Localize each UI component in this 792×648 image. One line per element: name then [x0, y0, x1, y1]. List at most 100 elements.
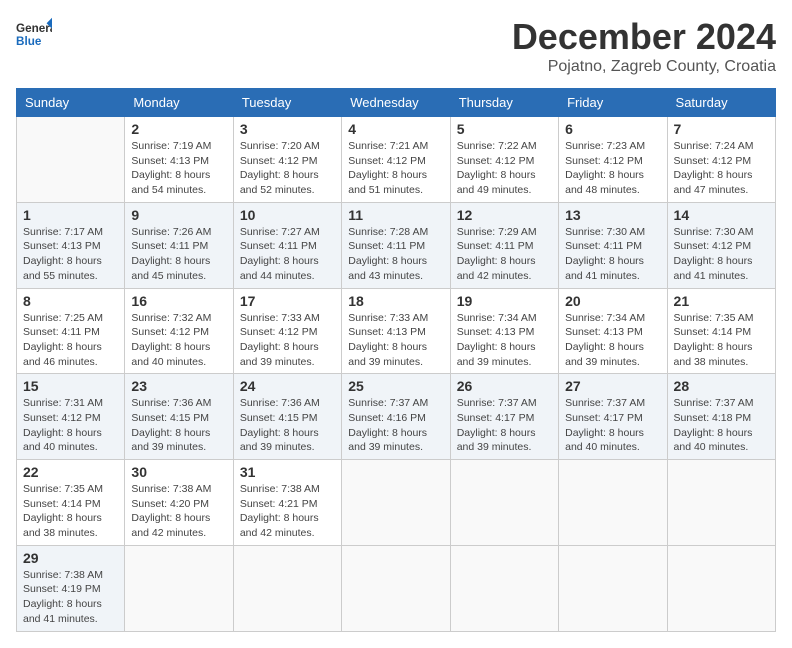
calendar-cell: 7Sunrise: 7:24 AMSunset: 4:12 PMDaylight…	[667, 117, 775, 203]
day-info: Sunrise: 7:37 AMSunset: 4:16 PMDaylight:…	[348, 396, 443, 455]
day-number: 18	[348, 293, 443, 309]
day-info: Sunrise: 7:32 AMSunset: 4:12 PMDaylight:…	[131, 311, 226, 370]
calendar-cell: 6Sunrise: 7:23 AMSunset: 4:12 PMDaylight…	[559, 117, 667, 203]
calendar-cell: 8Sunrise: 7:25 AMSunset: 4:11 PMDaylight…	[17, 288, 125, 374]
calendar-cell: 9 Sunrise: 7:26 AMSunset: 4:11 PMDaylight…	[125, 202, 233, 288]
calendar-cell	[342, 460, 450, 546]
day-info: Sunrise: 7:38 AMSunset: 4:20 PMDaylight:…	[131, 482, 226, 541]
col-header-wednesday: Wednesday	[342, 89, 450, 117]
day-number: 3	[240, 121, 335, 137]
calendar-cell: 5 Sunrise: 7:22 AMSunset: 4:12 PMDaylight…	[450, 117, 558, 203]
day-number: 26	[457, 378, 552, 394]
col-header-thursday: Thursday	[450, 89, 558, 117]
calendar-cell: 29Sunrise: 7:38 AMSunset: 4:19 PMDayligh…	[17, 545, 125, 631]
calendar-cell: 30 Sunrise: 7:38 AMSunset: 4:20 PMDayligh…	[125, 460, 233, 546]
col-header-monday: Monday	[125, 89, 233, 117]
day-number: 15	[23, 378, 118, 394]
day-number: 31	[240, 464, 335, 480]
day-number: 23	[131, 378, 226, 394]
calendar-cell: 21Sunrise: 7:35 AMSunset: 4:14 PMDayligh…	[667, 288, 775, 374]
day-info: Sunrise: 7:37 AMSunset: 4:17 PMDaylight:…	[565, 396, 660, 455]
day-info: Sunrise: 7:33 AMSunset: 4:12 PMDaylight:…	[240, 311, 335, 370]
day-number: 7	[674, 121, 769, 137]
calendar-cell	[233, 545, 341, 631]
logo: General Blue	[16, 16, 52, 52]
day-info: Sunrise: 7:28 AMSunset: 4:11 PMDaylight:…	[348, 225, 443, 284]
logo-icon: General Blue	[16, 16, 52, 52]
day-info: Sunrise: 7:33 AMSunset: 4:13 PMDaylight:…	[348, 311, 443, 370]
day-info: Sunrise: 7:34 AMSunset: 4:13 PMDaylight:…	[457, 311, 552, 370]
calendar-cell	[667, 460, 775, 546]
calendar-week-row: 22 Sunrise: 7:35 AMSunset: 4:14 PMDayligh…	[17, 460, 776, 546]
calendar-cell	[667, 545, 775, 631]
calendar-cell	[450, 545, 558, 631]
day-info: Sunrise: 7:36 AMSunset: 4:15 PMDaylight:…	[240, 396, 335, 455]
calendar-cell: 17Sunrise: 7:33 AMSunset: 4:12 PMDayligh…	[233, 288, 341, 374]
day-number: 22	[23, 464, 118, 480]
day-number: 12	[457, 207, 552, 223]
col-header-sunday: Sunday	[17, 89, 125, 117]
calendar-week-row: 29Sunrise: 7:38 AMSunset: 4:19 PMDayligh…	[17, 545, 776, 631]
day-number: 28	[674, 378, 769, 394]
calendar-cell: 31 Sunrise: 7:38 AMSunset: 4:21 PMDayligh…	[233, 460, 341, 546]
calendar-cell	[342, 545, 450, 631]
day-number: 4	[348, 121, 443, 137]
day-number: 14	[674, 207, 769, 223]
calendar-cell: 19 Sunrise: 7:34 AMSunset: 4:13 PMDayligh…	[450, 288, 558, 374]
calendar-cell: 23Sunrise: 7:36 AMSunset: 4:15 PMDayligh…	[125, 374, 233, 460]
title-block: December 2024 Pojatno, Zagreb County, Cr…	[512, 16, 776, 76]
calendar-cell: 25Sunrise: 7:37 AMSunset: 4:16 PMDayligh…	[342, 374, 450, 460]
calendar-cell: 26 Sunrise: 7:37 AMSunset: 4:17 PMDayligh…	[450, 374, 558, 460]
day-info: Sunrise: 7:35 AMSunset: 4:14 PMDaylight:…	[674, 311, 769, 370]
day-number: 10	[240, 207, 335, 223]
day-info: Sunrise: 7:26 AMSunset: 4:11 PMDaylight:…	[131, 225, 226, 284]
calendar-cell: 14 Sunrise: 7:30 AMSunset: 4:12 PMDayligh…	[667, 202, 775, 288]
calendar-cell: 18 Sunrise: 7:33 AMSunset: 4:13 PMDayligh…	[342, 288, 450, 374]
day-info: Sunrise: 7:21 AMSunset: 4:12 PMDaylight:…	[348, 139, 443, 198]
location-title: Pojatno, Zagreb County, Croatia	[512, 58, 776, 76]
day-info: Sunrise: 7:27 AMSunset: 4:11 PMDaylight:…	[240, 225, 335, 284]
calendar-cell: 1Sunrise: 7:17 AMSunset: 4:13 PMDaylight…	[17, 202, 125, 288]
calendar-cell: 3Sunrise: 7:20 AMSunset: 4:12 PMDaylight…	[233, 117, 341, 203]
day-number: 19	[457, 293, 552, 309]
calendar-week-row: 2Sunrise: 7:19 AMSunset: 4:13 PMDaylight…	[17, 117, 776, 203]
day-number: 30	[131, 464, 226, 480]
day-number: 24	[240, 378, 335, 394]
calendar-cell: 4 Sunrise: 7:21 AMSunset: 4:12 PMDaylight…	[342, 117, 450, 203]
col-header-saturday: Saturday	[667, 89, 775, 117]
day-info: Sunrise: 7:22 AMSunset: 4:12 PMDaylight:…	[457, 139, 552, 198]
calendar-cell: 11 Sunrise: 7:28 AMSunset: 4:11 PMDayligh…	[342, 202, 450, 288]
calendar-cell: 27Sunrise: 7:37 AMSunset: 4:17 PMDayligh…	[559, 374, 667, 460]
calendar-week-row: 8Sunrise: 7:25 AMSunset: 4:11 PMDaylight…	[17, 288, 776, 374]
calendar-cell	[125, 545, 233, 631]
day-number: 29	[23, 550, 118, 566]
month-title: December 2024	[512, 16, 776, 58]
day-info: Sunrise: 7:19 AMSunset: 4:13 PMDaylight:…	[131, 139, 226, 198]
col-header-tuesday: Tuesday	[233, 89, 341, 117]
calendar-cell	[559, 460, 667, 546]
day-info: Sunrise: 7:31 AMSunset: 4:12 PMDaylight:…	[23, 396, 118, 455]
day-info: Sunrise: 7:29 AMSunset: 4:11 PMDaylight:…	[457, 225, 552, 284]
calendar-cell: 15 Sunrise: 7:31 AMSunset: 4:12 PMDayligh…	[17, 374, 125, 460]
day-number: 5	[457, 121, 552, 137]
day-info: Sunrise: 7:38 AMSunset: 4:21 PMDaylight:…	[240, 482, 335, 541]
day-number: 20	[565, 293, 660, 309]
calendar-cell	[559, 545, 667, 631]
calendar-week-row: 15 Sunrise: 7:31 AMSunset: 4:12 PMDayligh…	[17, 374, 776, 460]
calendar-week-row: 1Sunrise: 7:17 AMSunset: 4:13 PMDaylight…	[17, 202, 776, 288]
calendar-cell: 13Sunrise: 7:30 AMSunset: 4:11 PMDayligh…	[559, 202, 667, 288]
calendar-table: SundayMondayTuesdayWednesdayThursdayFrid…	[16, 88, 776, 632]
day-number: 11	[348, 207, 443, 223]
day-number: 1	[23, 207, 118, 223]
svg-text:General: General	[16, 22, 52, 35]
calendar-cell: 24 Sunrise: 7:36 AMSunset: 4:15 PMDayligh…	[233, 374, 341, 460]
day-info: Sunrise: 7:30 AMSunset: 4:11 PMDaylight:…	[565, 225, 660, 284]
calendar-cell: 20Sunrise: 7:34 AMSunset: 4:13 PMDayligh…	[559, 288, 667, 374]
calendar-cell: 10 Sunrise: 7:27 AMSunset: 4:11 PMDayligh…	[233, 202, 341, 288]
day-number: 9	[131, 207, 226, 223]
calendar-cell: 12 Sunrise: 7:29 AMSunset: 4:11 PMDayligh…	[450, 202, 558, 288]
calendar-cell: 16Sunrise: 7:32 AMSunset: 4:12 PMDayligh…	[125, 288, 233, 374]
day-info: Sunrise: 7:30 AMSunset: 4:12 PMDaylight:…	[674, 225, 769, 284]
day-info: Sunrise: 7:35 AMSunset: 4:14 PMDaylight:…	[23, 482, 118, 541]
day-info: Sunrise: 7:37 AMSunset: 4:17 PMDaylight:…	[457, 396, 552, 455]
